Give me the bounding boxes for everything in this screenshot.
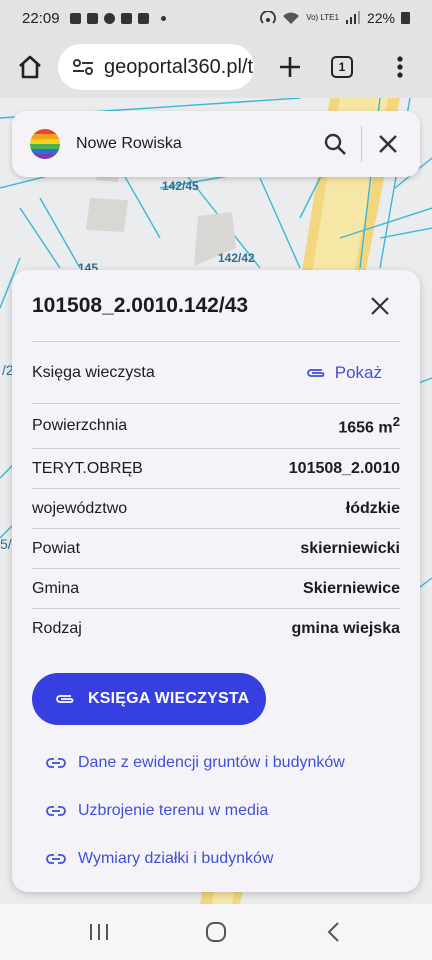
wifi-icon bbox=[283, 12, 300, 24]
attribute-label: Powiat bbox=[32, 539, 81, 557]
browser-toolbar: geoportal360.pl/t 1 bbox=[0, 36, 432, 98]
attribute-row: Powiat skierniewicki bbox=[32, 529, 400, 569]
hotspot-icon bbox=[260, 11, 277, 24]
notification-icon bbox=[69, 12, 81, 24]
search-query[interactable]: Nowe Rowiska bbox=[76, 135, 182, 153]
signal-icon bbox=[345, 11, 360, 24]
battery-level: 22% bbox=[366, 10, 395, 26]
parcel-label: 142/42 bbox=[218, 251, 255, 265]
link-label: Dane z ewidencji gruntów i budynków bbox=[78, 754, 345, 771]
back-icon bbox=[327, 922, 340, 942]
clear-search-button[interactable] bbox=[366, 122, 410, 166]
parcel-info-panel: 101508_2.0010.142/43 Księga wieczysta Po… bbox=[12, 270, 420, 892]
home-nav-button[interactable] bbox=[186, 910, 246, 954]
show-ksiega-link[interactable]: Pokaż bbox=[305, 363, 382, 383]
ksiega-wieczysta-row: Księga wieczysta Pokaż bbox=[32, 342, 400, 404]
site-settings-icon[interactable] bbox=[72, 58, 94, 76]
link-icon bbox=[46, 758, 66, 768]
close-icon bbox=[379, 135, 397, 153]
attribute-value: Skierniewice bbox=[303, 579, 400, 597]
tab-count: 1 bbox=[331, 56, 353, 78]
attachment-icon bbox=[306, 368, 325, 377]
search-icon bbox=[324, 133, 346, 155]
attribute-value: łódzkie bbox=[345, 499, 400, 517]
more-vert-icon bbox=[397, 56, 403, 78]
link-label: Uzbrojenie terenu w media bbox=[78, 802, 269, 819]
attribute-row: Rodzaj gmina wiejska bbox=[32, 609, 400, 649]
close-icon bbox=[371, 296, 389, 315]
ksiega-button-label: KSIĘGA WIECZYSTA bbox=[88, 690, 250, 707]
attribute-value: skierniewicki bbox=[300, 539, 400, 557]
link-ewidencja[interactable]: Dane z ewidencji gruntów i budynków bbox=[32, 739, 400, 787]
url-text: geoportal360.pl/t bbox=[104, 55, 254, 78]
attribute-value: gmina wiejska bbox=[291, 620, 401, 637]
status-bar: 22:09 Vo) LTE1 22% bbox=[0, 0, 432, 36]
recent-apps-button[interactable] bbox=[69, 910, 129, 954]
home-button[interactable] bbox=[8, 45, 52, 89]
attribute-value: 1656 m2 bbox=[338, 414, 400, 437]
panel-header: 101508_2.0010.142/43 bbox=[32, 270, 400, 342]
notification-icon bbox=[120, 12, 132, 24]
related-links: Dane z ewidencji gruntów i budynków Uzbr… bbox=[32, 739, 400, 883]
tab-switcher-button[interactable]: 1 bbox=[320, 45, 364, 89]
address-bar[interactable]: geoportal360.pl/t bbox=[58, 44, 254, 90]
clock: 22:09 bbox=[22, 9, 60, 27]
attribute-row: województwo łódzkie bbox=[32, 489, 400, 529]
building bbox=[86, 198, 128, 232]
more-notifications-icon bbox=[160, 15, 166, 21]
notification-icons bbox=[69, 12, 166, 24]
home-icon bbox=[19, 55, 41, 79]
link-label: Wymiary działki i budynków bbox=[78, 850, 274, 867]
link-icon bbox=[46, 806, 66, 816]
geoportal-logo bbox=[30, 129, 60, 159]
battery-icon bbox=[401, 12, 410, 24]
search-bar: Nowe Rowiska bbox=[12, 111, 420, 177]
attribute-label: Gmina bbox=[32, 579, 80, 597]
search-button[interactable] bbox=[313, 122, 357, 166]
back-button[interactable] bbox=[303, 910, 363, 954]
link-uzbrojenie[interactable]: Uzbrojenie terenu w media bbox=[32, 787, 400, 835]
attribute-label: Powierzchnia bbox=[32, 417, 128, 434]
attribute-value: 101508_2.0010 bbox=[288, 459, 400, 477]
gallery-icon bbox=[137, 12, 149, 24]
system-status: Vo) LTE1 22% bbox=[260, 10, 410, 26]
link-icon bbox=[46, 854, 66, 864]
plus-icon bbox=[280, 57, 300, 77]
attachment-icon bbox=[56, 695, 74, 703]
home-circle-icon bbox=[205, 922, 226, 942]
attribute-row: Powierzchnia 1656 m2 bbox=[32, 404, 400, 449]
close-panel-button[interactable] bbox=[360, 286, 400, 326]
link-wymiary[interactable]: Wymiary działki i budynków bbox=[32, 835, 400, 883]
divider bbox=[361, 126, 362, 162]
system-navigation-bar bbox=[0, 904, 432, 960]
ksiega-wieczysta-button[interactable]: KSIĘGA WIECZYSTA bbox=[32, 673, 266, 725]
browser-menu-button[interactable] bbox=[378, 45, 422, 89]
volte-label: Vo) LTE1 bbox=[306, 13, 339, 22]
show-ksiega-label: Pokaż bbox=[334, 362, 382, 382]
attribute-label: TERYT.OBRĘB bbox=[32, 459, 143, 477]
new-tab-button[interactable] bbox=[268, 45, 312, 89]
parcel-label: 142/45 bbox=[162, 179, 199, 193]
attribute-row: Gmina Skierniewice bbox=[32, 569, 400, 609]
attribute-label: województwo bbox=[32, 499, 128, 517]
notification-icon bbox=[86, 12, 98, 24]
parcel-id-title: 101508_2.0010.142/43 bbox=[32, 293, 249, 317]
attribute-row: TERYT.OBRĘB 101508_2.0010 bbox=[32, 449, 400, 489]
notification-icon bbox=[103, 12, 115, 24]
attribute-label: Rodzaj bbox=[32, 620, 82, 637]
ksiega-wieczysta-label: Księga wieczysta bbox=[32, 363, 155, 381]
recent-apps-icon bbox=[89, 924, 108, 940]
